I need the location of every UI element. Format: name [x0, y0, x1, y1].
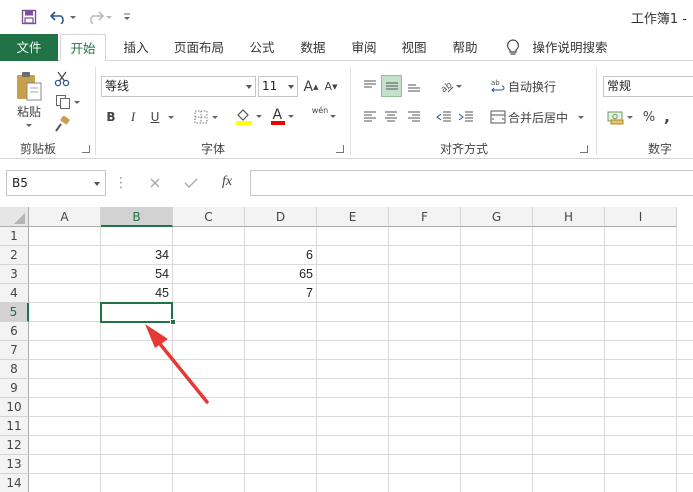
italic-button[interactable]: I	[125, 107, 141, 127]
undo-icon	[50, 11, 64, 24]
group-separator	[596, 67, 597, 155]
copy-icon	[55, 95, 70, 109]
group-alignment-label: 对齐方式	[440, 142, 489, 156]
font-size-select[interactable]: 11	[258, 76, 298, 97]
font-color-button[interactable]: A	[266, 105, 298, 127]
font-name-select[interactable]: 等线	[101, 76, 256, 97]
align-middle-icon[interactable]	[381, 75, 402, 97]
grow-font-button[interactable]: A ▲	[302, 76, 320, 97]
accounting-icon	[607, 111, 624, 125]
align-right-icon[interactable]	[404, 107, 424, 127]
group-separator	[95, 67, 96, 155]
wrap-text-icon[interactable]: ab	[488, 75, 508, 97]
annotation-arrow	[145, 324, 209, 404]
tell-me-search[interactable]: 操作说明搜索	[530, 34, 610, 61]
redo-icon	[90, 11, 104, 24]
group-number-label: 数字	[648, 142, 673, 156]
tab-help[interactable]: 帮助	[444, 34, 486, 61]
merge-center-button[interactable]: 合并后居中	[508, 107, 574, 127]
annotation-arrow-head	[145, 324, 168, 348]
align-top-icon[interactable]	[360, 75, 380, 97]
font-name-value: 等线	[105, 79, 130, 93]
name-box-value: B5	[12, 176, 28, 190]
annotation-arrow-shaft	[154, 337, 209, 404]
merge-center-icon[interactable]	[488, 107, 508, 127]
tab-page-layout[interactable]: 页面布局	[168, 34, 230, 61]
grow-font-caret-icon: ▲	[313, 82, 319, 91]
percent-button[interactable]: %	[640, 107, 658, 127]
align-center-icon[interactable]	[381, 107, 401, 127]
clipboard-launcher-icon[interactable]	[82, 145, 90, 153]
enter-check-icon[interactable]	[182, 174, 200, 192]
fill-color-button[interactable]	[232, 105, 264, 127]
worksheet-grid[interactable]: ABCDEFGHI 1 2 3 4 5 6 7 8 9 10 11 12 13 14 34 6 54 65 45 7	[0, 207, 693, 492]
tab-insert[interactable]: 插入	[115, 34, 157, 61]
phonetic-guide-button[interactable]: wén	[308, 105, 340, 127]
align-bottom-icon[interactable]	[404, 75, 424, 97]
borders-icon	[194, 110, 208, 124]
ribbon-tabs: 文件 开始 插入 页面布局 公式 数据 审阅 视图 帮助 操作说明搜索	[0, 34, 693, 62]
comma-button[interactable]: ,	[660, 107, 674, 127]
font-size-value: 11	[262, 79, 278, 93]
cut-icon[interactable]	[52, 69, 72, 89]
formula-input[interactable]	[250, 170, 693, 196]
fill-bucket-icon	[235, 109, 252, 125]
merge-dropdown-icon[interactable]	[576, 107, 586, 127]
customize-qat-icon[interactable]	[120, 7, 134, 27]
paste-button[interactable]: 粘贴	[10, 103, 48, 119]
lightbulb-icon[interactable]	[504, 38, 522, 58]
bold-button[interactable]: B	[103, 107, 119, 127]
tab-review[interactable]: 审阅	[343, 34, 385, 61]
font-launcher-icon[interactable]	[336, 145, 344, 153]
svg-text:ab: ab	[439, 80, 454, 94]
tab-view[interactable]: 视图	[393, 34, 435, 61]
number-format-select[interactable]: 常规	[603, 76, 693, 97]
tab-file[interactable]: 文件	[0, 34, 58, 61]
decrease-indent-icon[interactable]	[434, 107, 454, 127]
number-format-value: 常规	[607, 79, 632, 93]
insert-function-button[interactable]: fx	[216, 172, 238, 192]
ribbon-home: 粘贴 剪贴板 等线 11 A ▲ A ▼ B I U A wén 字体 ab a…	[0, 61, 693, 159]
paste-icon[interactable]	[12, 69, 46, 103]
font-color-swatch	[270, 121, 285, 125]
shrink-font-button[interactable]: A ▼	[322, 76, 340, 97]
save-icon[interactable]	[18, 7, 40, 27]
svg-text:ab: ab	[491, 79, 500, 87]
tab-home[interactable]: 开始	[60, 34, 106, 62]
copy-button[interactable]	[52, 92, 82, 112]
group-clipboard-label: 剪贴板	[20, 142, 57, 156]
tab-formulas[interactable]: 公式	[241, 34, 283, 61]
borders-button[interactable]	[190, 107, 222, 127]
group-separator	[350, 67, 351, 155]
shrink-font-caret-icon: ▼	[332, 82, 338, 91]
undo-button[interactable]	[48, 7, 78, 27]
paste-dropdown-icon[interactable]	[24, 121, 34, 129]
orientation-button[interactable]: ab	[434, 75, 466, 97]
format-painter-icon[interactable]	[52, 114, 72, 134]
wrap-text-button[interactable]: 自动换行	[508, 75, 558, 97]
grow-font-label: A	[303, 78, 314, 95]
accounting-format-button[interactable]	[604, 107, 636, 127]
title-bar: 工作簿1 -	[0, 0, 693, 34]
window-title: 工作簿1 -	[630, 12, 687, 27]
group-font-label: 字体	[201, 142, 226, 156]
formula-bar-grip-icon[interactable]: ⋮	[114, 174, 128, 192]
increase-indent-icon[interactable]	[456, 107, 476, 127]
tab-data[interactable]: 数据	[292, 34, 334, 61]
phonetic-guide-label: wén	[311, 106, 329, 115]
name-box-dropdown-icon[interactable]	[94, 182, 100, 186]
underline-dropdown-icon[interactable]	[166, 107, 176, 127]
underline-button[interactable]: U	[147, 107, 163, 127]
alignment-launcher-icon[interactable]	[580, 145, 588, 153]
name-box[interactable]: B5	[6, 170, 106, 196]
formula-bar: B5 ⋮ fx	[0, 160, 693, 206]
redo-button[interactable]	[84, 7, 114, 27]
shrink-font-label: A	[324, 80, 333, 93]
cancel-icon[interactable]	[146, 174, 164, 192]
align-left-icon[interactable]	[360, 107, 380, 127]
orientation-icon: ab	[439, 80, 454, 94]
